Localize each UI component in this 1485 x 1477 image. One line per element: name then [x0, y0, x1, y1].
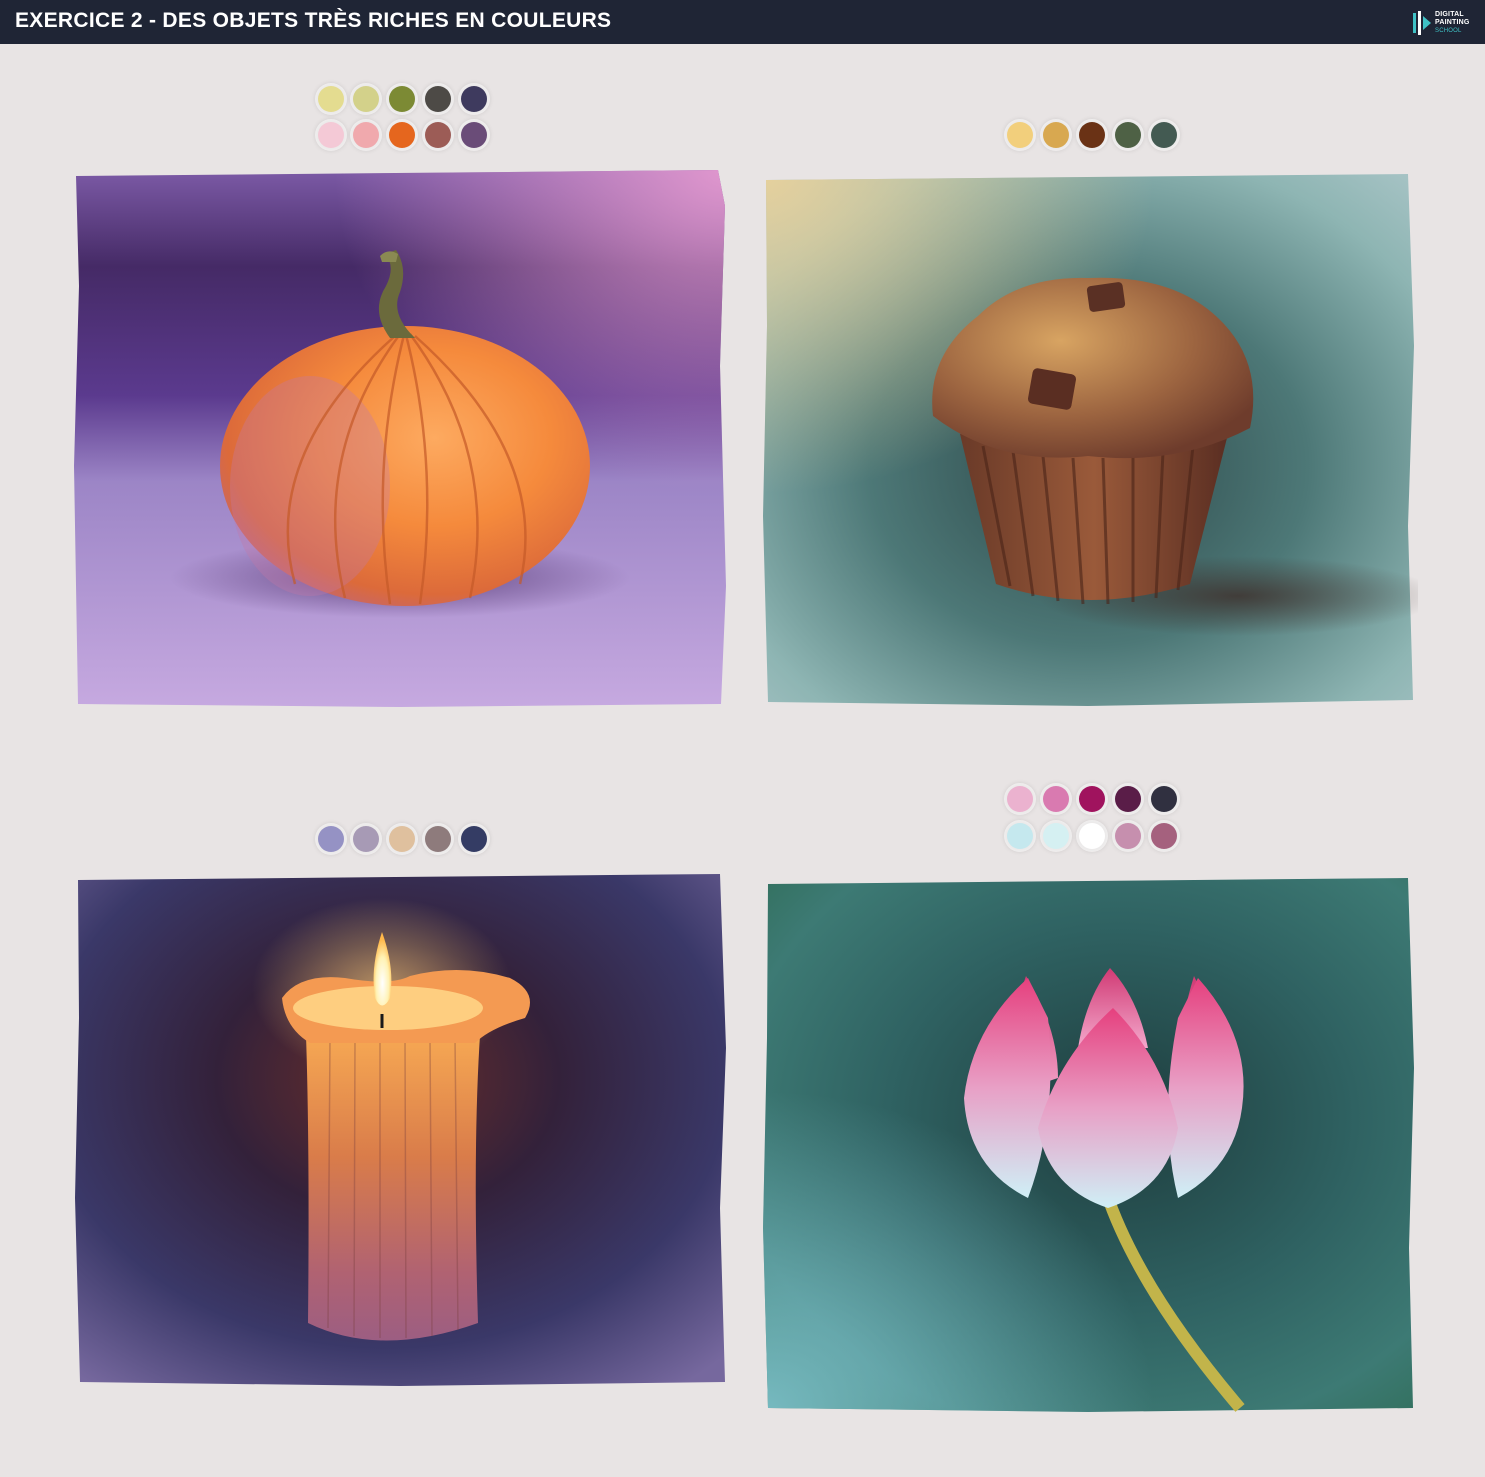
color-swatch [318, 122, 344, 148]
color-swatch [1043, 823, 1069, 849]
color-swatch [461, 826, 487, 852]
color-swatch [461, 86, 487, 112]
logo-line-1: DIGITAL [1435, 11, 1464, 18]
color-swatch [1043, 786, 1069, 812]
color-swatch [318, 86, 344, 112]
color-swatch [353, 122, 379, 148]
header-bar: EXERCICE 2 - DES OBJETS TRÈS RICHES EN C… [0, 0, 1485, 44]
color-swatch [425, 826, 451, 852]
color-swatch [353, 86, 379, 112]
candle-painting [70, 868, 730, 1388]
logo-line-3: SCHOOL [1435, 28, 1462, 34]
color-swatch [353, 826, 379, 852]
color-swatch [1115, 122, 1141, 148]
pumpkin-painting [70, 166, 730, 710]
color-swatch [389, 86, 415, 112]
color-swatch [461, 122, 487, 148]
color-swatch [389, 826, 415, 852]
color-swatch [425, 86, 451, 112]
color-swatch [1151, 122, 1177, 148]
page-title: EXERCICE 2 - DES OBJETS TRÈS RICHES EN C… [15, 9, 612, 32]
color-swatch [1115, 786, 1141, 812]
logo-line-2: PAINTING [1435, 19, 1470, 26]
color-swatch [1115, 823, 1141, 849]
color-swatch [1007, 122, 1033, 148]
color-swatch [1007, 786, 1033, 812]
color-swatch [1043, 122, 1069, 148]
color-swatch [1079, 823, 1105, 849]
muffin-painting [758, 166, 1418, 710]
logo-mark-icon [1413, 11, 1431, 35]
color-swatch [1079, 786, 1105, 812]
color-swatch [1079, 122, 1105, 148]
color-swatch [318, 826, 344, 852]
color-swatch [1151, 786, 1177, 812]
color-swatch [389, 122, 415, 148]
color-swatch [1151, 823, 1177, 849]
flower-painting [758, 868, 1418, 1414]
digital-painting-school-logo: DIGITAL PAINTING SCHOOL [1412, 8, 1472, 38]
logo-text: DIGITAL PAINTING SCHOOL [1435, 11, 1470, 35]
color-swatch [1007, 823, 1033, 849]
color-swatch [425, 122, 451, 148]
